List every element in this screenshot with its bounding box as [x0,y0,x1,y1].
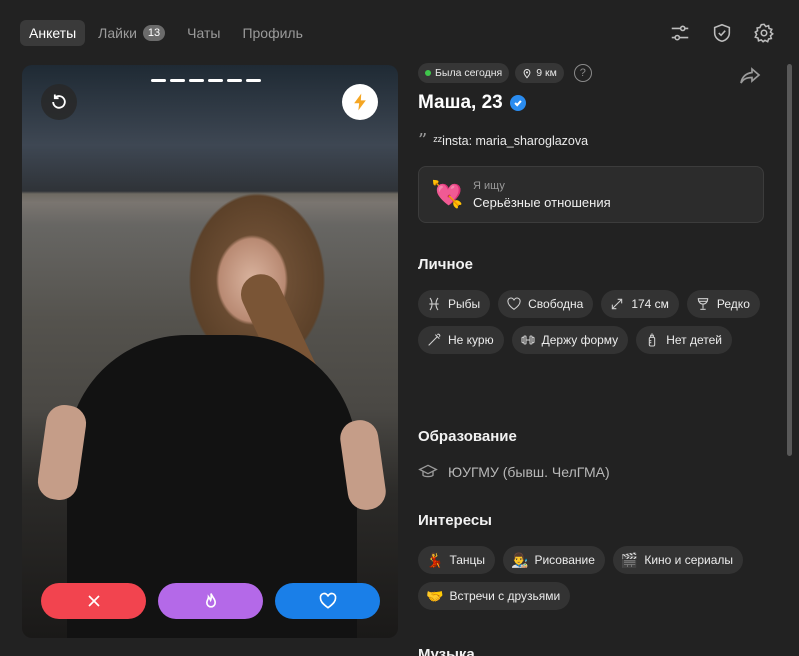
heart-arrow-icon: 💘 [431,179,464,209]
looking-for-card: 💘 Я ищу Серьёзные отношения [418,166,764,223]
progress-segment [170,79,185,82]
section-personal-title: Личное [418,256,474,273]
clapperboard-icon: 🎬 [620,551,639,568]
profile-photo[interactable] [22,65,398,638]
education-value: ЮУГМУ (бывш. ЧелГМА) [448,464,610,480]
heart-outline-icon [507,297,521,310]
section-music-title: Музыка [418,646,475,656]
share-button[interactable] [738,65,762,87]
chip-label: Танцы [449,553,486,567]
filters-icon[interactable] [669,22,691,44]
progress-segment [208,79,223,82]
tab-label: Анкеты [29,25,77,41]
chip-interest-dance: 💃 Танцы [418,546,496,574]
pisces-icon [429,297,439,311]
chip-relationship: Свободна [498,290,594,318]
height-arrows-icon [612,298,623,310]
distance-text: 9 км [536,67,557,79]
online-dot-icon [425,70,431,76]
tab-label: Чаты [187,25,221,41]
superlike-flame-icon [205,593,216,608]
chip-label: Держу форму [541,333,619,347]
distance-badge: 9 км [515,63,564,83]
handshake-icon: 🤝 [426,587,444,604]
tab-profiles[interactable]: Анкеты [20,20,86,46]
profile-info: Была сегодня 9 км ? [418,63,764,83]
verified-badge-icon [509,95,526,111]
chip-label: Свободна [528,297,584,311]
chip-label: Не курю [448,333,494,347]
photo-progress-indicator [151,79,261,82]
bio: ” ᶻᶻinsta: maria_sharoglazova [418,130,589,151]
gear-icon[interactable] [753,22,775,44]
progress-segment [189,79,204,82]
chip-label: 174 см [631,297,669,311]
bio-text: ᶻᶻinsta: maria_sharoglazova [433,134,589,148]
chip-interest-drawing: 👨‍🎨 Рисование [503,546,605,574]
section-education-title: Образование [418,428,517,445]
share-arrow-icon [740,67,761,84]
chip-label: Встречи с друзьями [449,589,561,603]
app-window: Анкеты Лайки 13 Чаты Профиль Была сегодн… [0,0,799,656]
progress-segment [227,79,242,82]
interest-chips: 💃 Танцы 👨‍🎨 Рисование 🎬 Кино и сериалы 🤝… [418,546,768,610]
chip-smoking: Не курю [418,326,504,354]
likes-count-badge: 13 [142,25,166,41]
chip-label: Кино и сериалы [644,553,734,567]
dislike-x-icon [87,595,100,607]
chip-interest-friends: 🤝 Встречи с друзьями [418,582,571,610]
lightning-icon [354,93,366,111]
looking-for-value: Серьёзные отношения [473,194,611,210]
education-row: ЮУГМУ (бывш. ЧелГМА) [418,462,610,482]
chip-label: Рыбы [448,297,481,311]
superlike-button[interactable] [158,583,263,619]
progress-segment [151,79,166,82]
dumbbell-icon [521,335,535,345]
status-row: Была сегодня 9 км ? [418,63,764,83]
location-pin-icon [523,68,531,78]
help-icon[interactable]: ? [573,64,592,82]
tab-profile[interactable]: Профиль [233,20,311,46]
status-text: Была сегодня [435,67,503,79]
dancer-icon: 💃 [426,551,444,568]
nav-icons [669,22,775,44]
chip-children: Нет детей [636,326,732,354]
swipe-actions [41,583,380,619]
name-row: Маша, 23 [418,92,526,114]
chip-label: Редко [716,297,750,311]
tab-chats[interactable]: Чаты [178,20,229,46]
tab-label: Лайки [98,25,137,41]
undo-button[interactable] [41,84,77,120]
chip-label: Рисование [534,553,595,567]
baby-bottle-icon [648,333,656,347]
quote-icon: ” [418,130,428,151]
tab-likes[interactable]: Лайки 13 [89,20,174,46]
section-interests-title: Интересы [418,512,492,529]
chip-drinking: Редко [686,290,760,318]
no-smoking-icon [428,333,441,346]
chip-zodiac: Рыбы [418,290,491,318]
personal-chips: Рыбы Свободна 174 см Редко Не курю Держу… [418,290,768,354]
looking-for-label: Я ищу [473,179,505,192]
tab-label: Профиль [242,25,303,41]
scrollbar[interactable] [787,64,792,456]
profile-name: Маша, 23 [418,92,503,113]
shield-check-icon[interactable] [711,22,733,44]
boost-button[interactable] [342,84,378,120]
undo-icon [52,94,66,109]
online-status-badge: Была сегодня [418,63,510,83]
like-heart-icon [319,592,336,609]
chip-fitness: Держу форму [511,326,629,354]
artist-icon: 👨‍🎨 [511,551,529,568]
wine-glass-icon [697,298,709,310]
like-button[interactable] [275,583,380,619]
progress-segment [246,79,261,82]
top-nav: Анкеты Лайки 13 Чаты Профиль [20,20,312,46]
dislike-button[interactable] [41,583,146,619]
graduation-cap-icon [418,464,438,478]
chip-label: Нет детей [666,333,722,347]
chip-interest-movies: 🎬 Кино и сериалы [612,546,744,574]
chip-height: 174 см [601,290,679,318]
